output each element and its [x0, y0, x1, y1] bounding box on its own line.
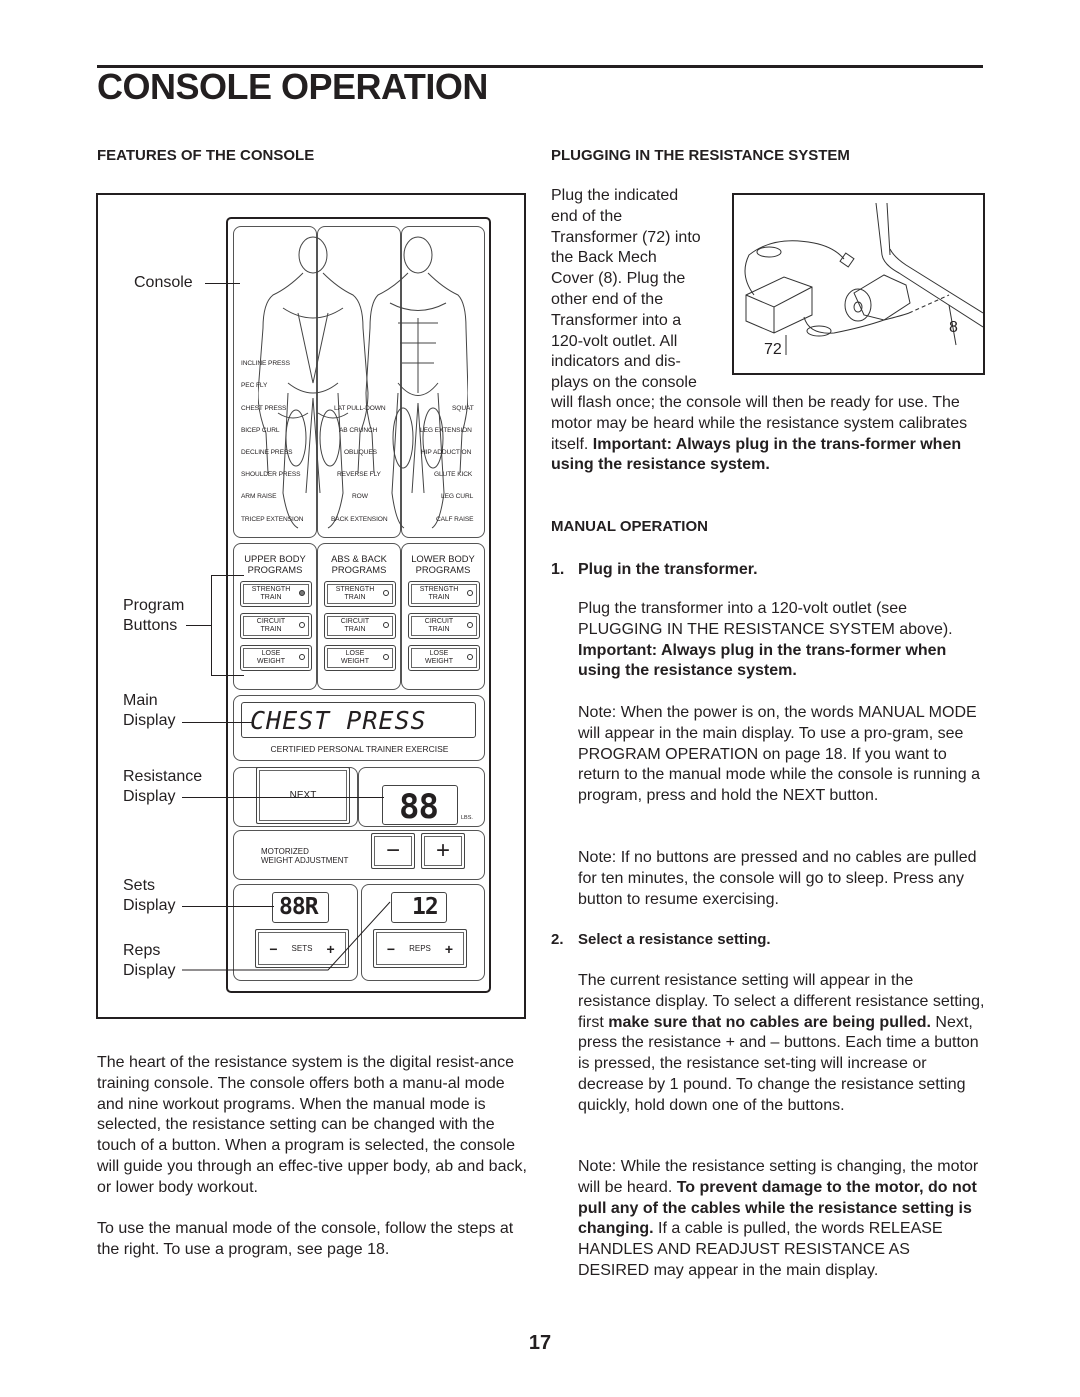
program-led-indicator — [383, 622, 389, 628]
program-led-indicator — [467, 622, 473, 628]
page-number: 17 — [528, 1332, 552, 1354]
program-buttons-bracket-bottom — [211, 675, 244, 676]
reps-display-leader-line — [182, 901, 391, 971]
program-led-indicator — [299, 590, 305, 596]
resistance-minus-button[interactable]: − — [371, 833, 415, 869]
program-led-indicator — [299, 654, 305, 660]
exercise-label: OBLIQUES — [344, 449, 377, 456]
step-2-title: Select a resistance setting. — [578, 931, 771, 948]
lower-circuit-train-button[interactable]: CIRCUIT TRAIN — [408, 613, 480, 639]
program-buttons-leader-line — [186, 625, 211, 626]
plugging-continuation: will flash once; the console will then b… — [551, 394, 968, 474]
program-led-indicator — [299, 622, 305, 628]
main-display-callout: Main Display — [123, 692, 176, 729]
program-buttons-callout: Program Buttons — [123, 597, 185, 634]
console-intro-paragraph: The heart of the resistance system is th… — [97, 1054, 527, 1196]
main-display-text: CHEST PRESS — [250, 706, 427, 735]
plugging-wrapped-text: Plug the indicated end of the Transforme… — [551, 187, 701, 392]
exercise-label: GLUTE KICK — [434, 471, 473, 478]
program-buttons-bracket-top — [211, 575, 244, 576]
transformer-diagram: 72 8 — [732, 193, 985, 375]
resistance-display-leader-line — [182, 797, 384, 798]
resistance-unit: LBS. — [461, 815, 473, 821]
exercise-label: CALF RAISE — [436, 516, 474, 523]
plugging-heading: PLUGGING IN THE RESISTANCE SYSTEM — [551, 147, 850, 164]
abs-back-programs-heading: ABS & BACK PROGRAMS — [331, 553, 387, 575]
features-heading: FEATURES OF THE CONSOLE — [97, 147, 315, 164]
abs-circuit-train-button[interactable]: CIRCUIT TRAIN — [324, 613, 396, 639]
exercise-label: LEG EXTENSION — [420, 427, 472, 434]
exercise-label: LEG CURL — [441, 493, 474, 500]
muscle-figures-illustration — [258, 236, 468, 529]
main-display-leader-line — [182, 722, 252, 723]
exercise-label: AB CRUNCH — [339, 427, 378, 434]
abs-lose-weight-button[interactable]: LOSE WEIGHT — [324, 645, 396, 671]
step-2-number: 2. — [551, 931, 564, 948]
motorized-weight-label: MOTORIZED WEIGHT ADJUSTMENT — [261, 847, 349, 865]
lower-body-programs-heading: LOWER BODY PROGRAMS — [411, 553, 475, 575]
exercise-label: PEC FLY — [241, 382, 268, 389]
manual-mode-paragraph: To use the manual mode of the console, f… — [97, 1220, 514, 1258]
lower-strength-train-button[interactable]: STRENGTH TRAIN — [408, 581, 480, 607]
exercise-label: HIP ADDUCTION — [421, 449, 472, 456]
upper-lose-weight-button[interactable]: LOSE WEIGHT — [240, 645, 312, 671]
console-leader-line — [205, 283, 240, 284]
step-2-paragraph: The current resistance setting will appe… — [578, 972, 985, 1114]
minus-icon: − — [385, 837, 400, 864]
step-1-note-sleep: Note: If no buttons are pressed and no c… — [578, 849, 977, 908]
resistance-display-callout: Resistance Display — [123, 768, 203, 805]
transformer-part-number: 72 — [764, 341, 782, 358]
resistance-value: 88 — [399, 787, 439, 827]
next-button-label: NEXT — [289, 790, 317, 801]
program-buttons-bracket — [211, 575, 212, 675]
program-led-indicator — [467, 654, 473, 660]
main-display-caption: CERTIFIED PERSONAL TRAINER EXERCISE — [270, 744, 449, 754]
reps-display-callout: Reps Display — [123, 942, 176, 979]
reps-plus-icon[interactable]: + — [445, 941, 453, 957]
sets-display-callout: Sets Display — [123, 877, 176, 914]
exercise-label: CHEST PRESS — [241, 405, 287, 412]
next-button[interactable]: NEXT — [256, 767, 350, 824]
upper-circuit-train-button[interactable]: CIRCUIT TRAIN — [240, 613, 312, 639]
page-title: CONSOLE OPERATION — [97, 66, 488, 107]
exercise-label: ROW — [352, 493, 368, 500]
exercise-label: SQUAT — [452, 405, 474, 412]
step-1-title: Plug in the transformer. — [578, 561, 758, 578]
exercise-label: REVERSE FLY — [337, 471, 381, 478]
reps-label: REPS — [409, 944, 431, 953]
back-mech-cover-part-number: 8 — [949, 319, 958, 336]
program-led-indicator — [383, 654, 389, 660]
resistance-display: 88 — [382, 785, 458, 827]
console-illustration: INCLINE PRESS PEC FLY CHEST PRESS BICEP … — [226, 217, 491, 993]
exercise-label: BACK EXTENSION — [331, 516, 388, 523]
step-1-note-manual-mode: Note: When the power is on, the words MA… — [578, 704, 981, 805]
exercise-label: DECLINE PRESS — [241, 449, 293, 456]
exercise-label: TRICEP EXTENSION — [241, 516, 304, 523]
plus-icon: + — [435, 837, 450, 864]
step-1-paragraph: Plug the transformer into a 120-volt out… — [578, 600, 953, 680]
lower-lose-weight-button[interactable]: LOSE WEIGHT — [408, 645, 480, 671]
exercise-label: INCLINE PRESS — [241, 360, 290, 367]
exercise-label: BICEP CURL — [241, 427, 280, 434]
reps-value: 12 — [412, 894, 439, 920]
upper-strength-train-button[interactable]: STRENGTH TRAIN — [240, 581, 312, 607]
step-1-number: 1. — [551, 561, 565, 578]
exercise-label: LAT PULL-DOWN — [334, 405, 386, 412]
manual-operation-heading: MANUAL OPERATION — [551, 518, 708, 535]
exercise-label: SHOULDER PRESS — [241, 471, 301, 478]
exercise-label: ARM RAISE — [241, 493, 277, 500]
upper-body-programs-heading: UPPER BODY PROGRAMS — [244, 553, 306, 575]
step-2-note-motor: Note: While the resistance setting is ch… — [578, 1158, 979, 1279]
abs-strength-train-button[interactable]: STRENGTH TRAIN — [324, 581, 396, 607]
program-led-indicator — [383, 590, 389, 596]
main-display: CHEST PRESS — [241, 702, 476, 738]
program-led-indicator — [467, 590, 473, 596]
resistance-plus-button[interactable]: + — [421, 833, 465, 869]
console-callout: Console — [134, 274, 193, 291]
